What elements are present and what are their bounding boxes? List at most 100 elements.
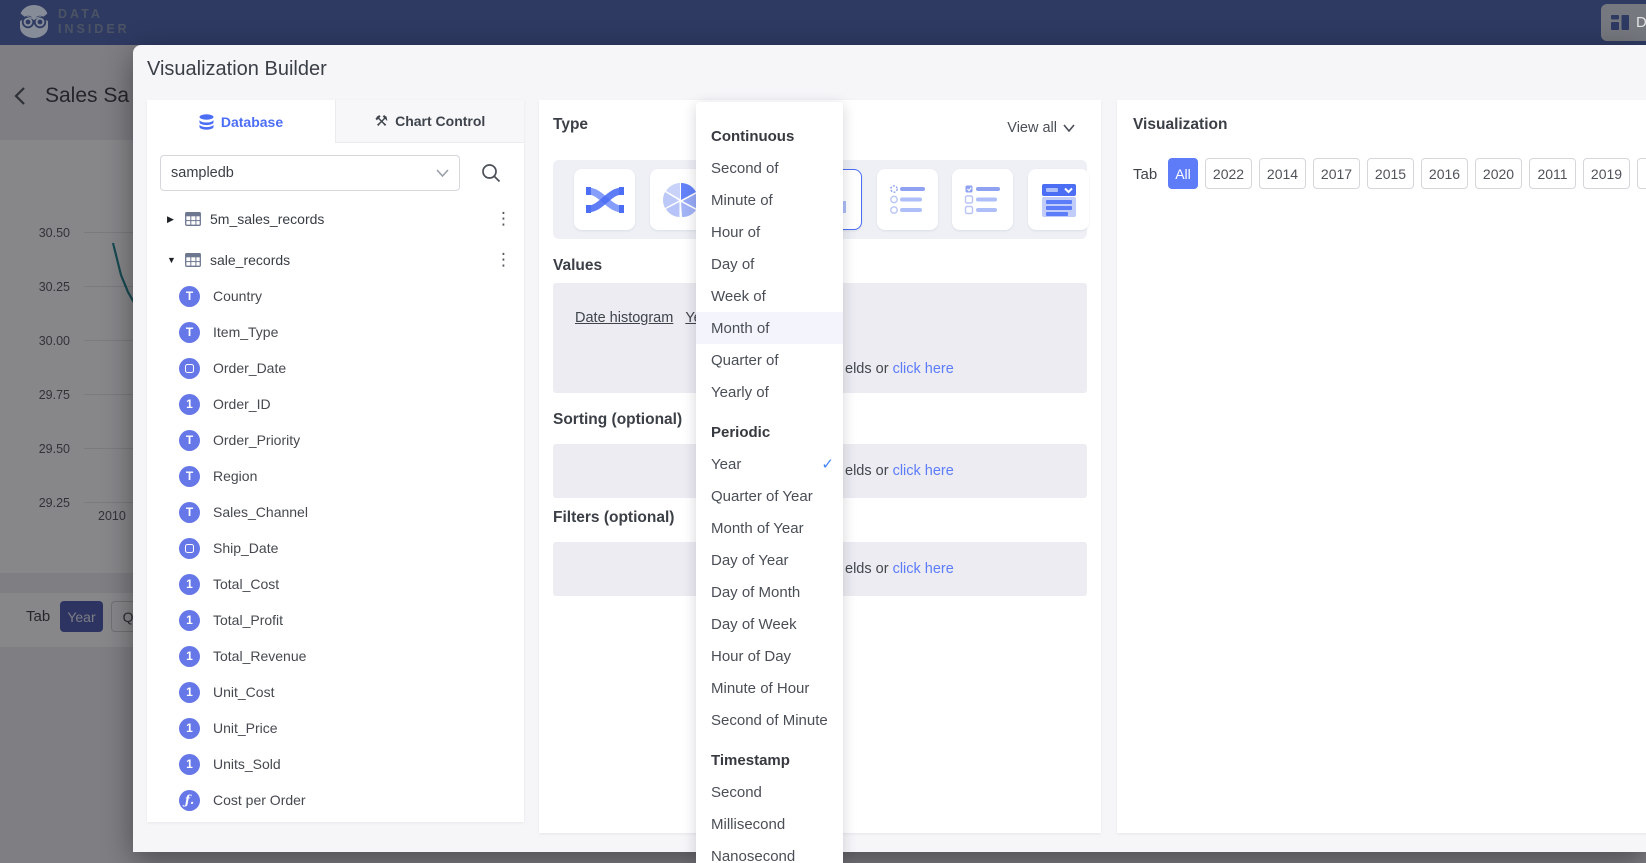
dropdown-section-timestamp: Timestamp [696, 744, 843, 776]
view-all-button[interactable]: View all [1007, 120, 1075, 136]
dropdown-item-day-of-month[interactable]: Day of Month [696, 576, 843, 608]
field-row-Order_Date[interactable]: Order_Date [147, 354, 524, 382]
values-pills: Date histogramYe [575, 310, 714, 326]
table-row-5m_sales_records[interactable]: ▶5m_sales_records⋮ [147, 204, 524, 234]
field-row-Cost-per-Order[interactable]: ƒ. Cost per Order [147, 786, 524, 814]
text-field-icon: T [179, 286, 200, 307]
dropdown-item-second-of[interactable]: Second of [696, 152, 843, 184]
field-row-Total_Revenue[interactable]: 1Total_Revenue [147, 642, 524, 670]
visualization-heading: Visualization [1133, 116, 1227, 134]
date-histogram-link[interactable]: Date histogram [575, 310, 673, 326]
app-root: Sales Sa 30.5030.2530.0029.7529.5029.25 … [0, 0, 1646, 863]
number-field-icon: 1 [179, 610, 200, 631]
viz-tab-2014[interactable]: 2014 [1259, 158, 1306, 189]
field-name: Order_Priority [213, 432, 300, 448]
dropdown-item-quarter-of-year[interactable]: Quarter of Year [696, 480, 843, 512]
dropdown-item-millisecond[interactable]: Millisecond [696, 808, 843, 840]
dropdown-item-hour-of-day[interactable]: Hour of Day [696, 640, 843, 672]
field-row-Order_ID[interactable]: 1 Order_ID [147, 390, 524, 418]
field-name: Unit_Price [213, 720, 278, 736]
field-row-Sales_Channel[interactable]: TSales_Channel [147, 498, 524, 526]
viz-tab-2015[interactable]: 2015 [1367, 158, 1414, 189]
field-row-Item_Type[interactable]: TItem_Type [147, 318, 524, 346]
viz-tab-2020[interactable]: 2020 [1475, 158, 1522, 189]
field-row-Units_Sold[interactable]: 1Units_Sold [147, 750, 524, 778]
logo-text: DATA INSIDER [58, 7, 130, 37]
table-icon [185, 212, 201, 226]
date-field-icon [179, 358, 200, 379]
field-name: Sales_Channel [213, 504, 308, 520]
values-hint: elds or click here [845, 361, 954, 377]
search-icon[interactable] [480, 162, 502, 184]
caret-down-icon[interactable]: ▼ [167, 255, 179, 265]
chevron-down-icon [436, 169, 449, 177]
chart-type-table-select[interactable] [1028, 169, 1089, 230]
field-row-Total_Profit[interactable]: 1Total_Profit [147, 606, 524, 634]
tab-chart-control[interactable]: ⚒ Chart Control [335, 100, 524, 143]
dropdown-item-year[interactable]: Year✓ [696, 448, 843, 480]
dropdown-item-second-of-minute[interactable]: Second of Minute [696, 704, 843, 736]
dropdown-item-month-of[interactable]: Month of [696, 312, 843, 344]
field-row-Ship_Date[interactable]: Ship_Date [147, 534, 524, 562]
dropdown-section-periodic: Periodic [696, 416, 843, 448]
modal-title: Visualization Builder [147, 58, 327, 81]
dropdown-item-second[interactable]: Second [696, 776, 843, 808]
chart-type-sankey[interactable] [574, 169, 635, 230]
datasource-select[interactable]: sampledb [160, 155, 460, 191]
viz-tab-all[interactable]: All [1168, 158, 1198, 189]
values-click-here-link[interactable]: click here [893, 361, 954, 377]
viz-tab-2[interactable]: 2 [1637, 158, 1646, 189]
top-navbar: DATA INSIDER D [0, 0, 1646, 45]
field-row-Order_Priority[interactable]: TOrder_Priority [147, 426, 524, 454]
caret-right-icon[interactable]: ▶ [167, 214, 179, 225]
field-row-Unit_Price[interactable]: 1Unit_Price [147, 714, 524, 742]
dropdown-item-day-of[interactable]: Day of [696, 248, 843, 280]
viz-tab-2017[interactable]: 2017 [1313, 158, 1360, 189]
dropdown-item-day-of-year[interactable]: Day of Year [696, 544, 843, 576]
dropdown-item-hour-of[interactable]: Hour of [696, 216, 843, 248]
tools-icon: ⚒ [375, 112, 388, 130]
visualization-builder-modal: Visualization Builder Database ⚒ Chart C… [133, 45, 1646, 852]
dropdown-item-quarter-of[interactable]: Quarter of [696, 344, 843, 376]
dropdown-item-yearly-of[interactable]: Yearly of [696, 376, 843, 408]
sorting-click-here-link[interactable]: click here [893, 463, 954, 479]
dashboards-button[interactable]: D [1601, 4, 1646, 41]
field-name: Cost per Order [213, 792, 306, 808]
number-field-icon: 1 [179, 754, 200, 775]
dropdown-item-nanosecond[interactable]: Nanosecond [696, 840, 843, 863]
filters-click-here-link[interactable]: click here [893, 561, 954, 577]
field-row-Unit_Cost[interactable]: 1Unit_Cost [147, 678, 524, 706]
viz-tab-2011[interactable]: 2011 [1529, 158, 1576, 189]
table-row-sale_records[interactable]: ▼ sale_records ⋮ [147, 245, 524, 275]
datasource-value: sampledb [171, 165, 234, 181]
sankey-icon [586, 185, 624, 215]
values-heading: Values [553, 257, 602, 275]
table-name: sale_records [210, 252, 290, 268]
field-row-Region[interactable]: TRegion [147, 462, 524, 490]
viz-tab-2019[interactable]: 2019 [1583, 158, 1630, 189]
dropdown-item-minute-of-hour[interactable]: Minute of Hour [696, 672, 843, 704]
table-menu-kebab-icon[interactable]: ⋮ [495, 248, 512, 272]
panel-tabs: Database ⚒ Chart Control [147, 100, 524, 143]
table-select-icon [1040, 182, 1078, 218]
dropdown-item-month-of-year[interactable]: Month of Year [696, 512, 843, 544]
text-field-icon: T [179, 466, 200, 487]
viz-tab-2022[interactable]: 2022 [1205, 158, 1252, 189]
number-field-icon: 1 [179, 394, 200, 415]
field-name: Order_ID [213, 396, 271, 412]
viz-tab-label: Tab [1133, 166, 1157, 183]
formula-field-icon: ƒ. [179, 790, 200, 811]
tab-database[interactable]: Database [147, 100, 335, 143]
dropdown-item-day-of-week[interactable]: Day of Week [696, 608, 843, 640]
field-name: Order_Date [213, 360, 286, 376]
chart-type-checkbox-list[interactable] [952, 169, 1013, 230]
dropdown-item-week-of[interactable]: Week of [696, 280, 843, 312]
field-name: Country [213, 288, 262, 304]
chart-type-radio-list[interactable] [877, 169, 938, 230]
field-row-Country[interactable]: T Country [147, 282, 524, 310]
field-row-Total_Cost[interactable]: 1Total_Cost [147, 570, 524, 598]
table-menu-kebab-icon[interactable]: ⋮ [495, 207, 512, 231]
viz-tab-2016[interactable]: 2016 [1421, 158, 1468, 189]
dropdown-item-minute-of[interactable]: Minute of [696, 184, 843, 216]
time-unit-dropdown: ContinuousSecond ofMinute ofHour ofDay o… [696, 102, 843, 863]
